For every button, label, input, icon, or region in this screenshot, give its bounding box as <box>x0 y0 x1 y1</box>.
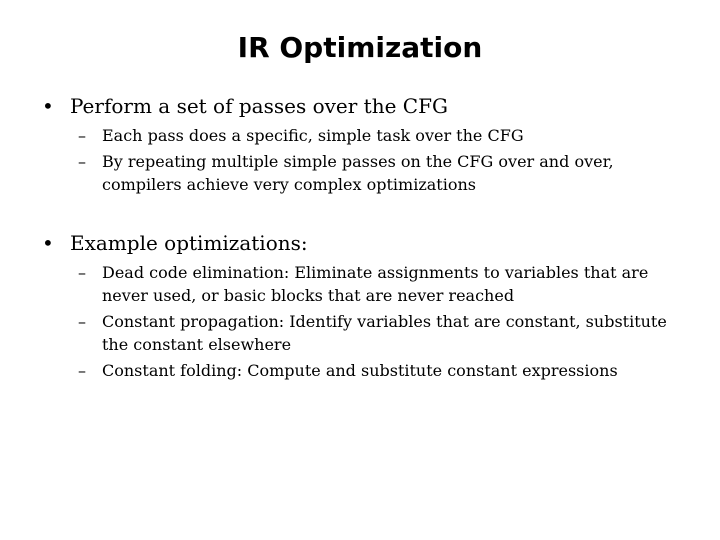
dash-marker: – <box>78 151 86 171</box>
sub-bullet-item: – Dead code elimination: Eliminate assig… <box>40 261 690 308</box>
bullet-section-examples: • Example optimizations: – Dead code eli… <box>40 229 690 383</box>
sub-bullet-list: – Each pass does a specific, simple task… <box>40 124 690 197</box>
bullet-marker: • <box>42 94 54 118</box>
sub-bullet-item: – Each pass does a specific, simple task… <box>40 124 690 148</box>
dash-marker: – <box>78 262 86 282</box>
sub-bullet-list: – Dead code elimination: Eliminate assig… <box>40 261 690 383</box>
bullet-item: • Perform a set of passes over the CFG <box>40 92 690 120</box>
bullet-section-passes: • Perform a set of passes over the CFG –… <box>40 92 690 197</box>
slide-content: • Perform a set of passes over the CFG –… <box>40 92 690 384</box>
sub-bullet-item: – Constant folding: Compute and substitu… <box>40 359 690 383</box>
dash-marker: – <box>78 360 86 380</box>
bullet-item: • Example optimizations: <box>40 229 690 257</box>
sub-bullet-text: Constant folding: Compute and substitute… <box>102 360 618 380</box>
dash-marker: – <box>78 311 86 331</box>
sub-bullet-item: – Constant propagation: Identify variabl… <box>40 310 690 357</box>
bullet-text: Perform a set of passes over the CFG <box>70 94 448 118</box>
sub-bullet-text: Each pass does a specific, simple task o… <box>102 126 524 145</box>
slide: IR Optimization • Perform a set of passe… <box>0 0 720 540</box>
sub-bullet-item: – By repeating multiple simple passes on… <box>40 150 690 197</box>
sub-bullet-text: By repeating multiple simple passes on t… <box>102 151 614 195</box>
slide-title: IR Optimization <box>237 31 483 64</box>
sub-bullet-text: Dead code elimination: Eliminate assignm… <box>102 262 649 306</box>
bullet-text: Example optimizations: <box>70 230 308 255</box>
dash-marker: – <box>78 126 86 145</box>
bullet-marker: • <box>42 230 54 255</box>
sub-bullet-text: Constant propagation: Identify variables… <box>102 311 667 355</box>
